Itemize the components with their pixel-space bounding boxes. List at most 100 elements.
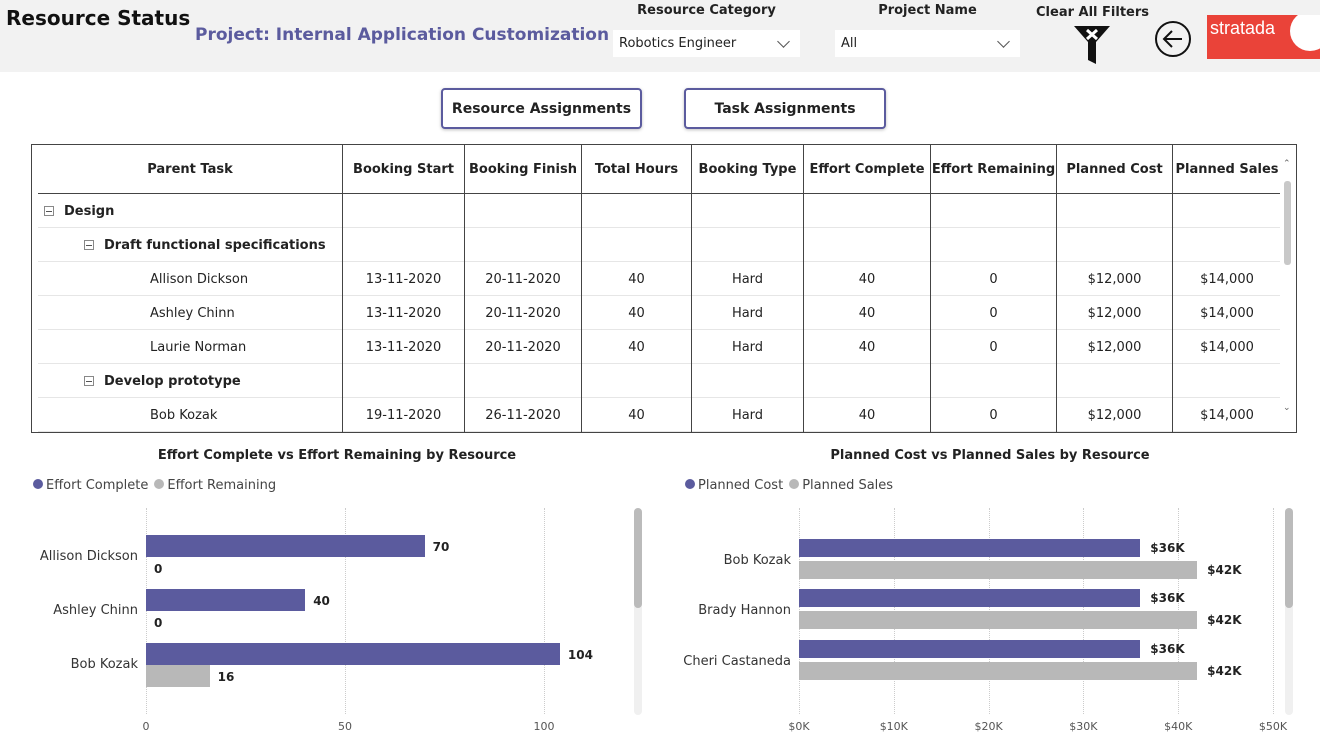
table-cell: $14,000: [1200, 271, 1254, 287]
task-assignments-button[interactable]: Task Assignments: [684, 88, 886, 129]
back-arrow-button[interactable]: [1154, 20, 1192, 58]
clear-filters-label: Clear All Filters: [1036, 5, 1149, 20]
column-header[interactable]: Parent Task: [38, 145, 343, 194]
column-header[interactable]: Booking Finish: [465, 145, 582, 194]
table-cell: [582, 364, 692, 398]
bar-planned-sales[interactable]: [799, 611, 1198, 629]
table-row[interactable]: Bob Kozak 19-11-2020 26-11-2020 40 Hard 40 0 $1…: [38, 398, 1280, 432]
bar-effort-complete[interactable]: [146, 589, 306, 611]
bar-planned-cost[interactable]: [799, 640, 1141, 658]
table-cell: 0: [931, 296, 1057, 330]
table-cell: 40: [582, 262, 692, 296]
table-cell: 20-11-2020: [465, 296, 582, 330]
table-cell: $14,000: [1200, 305, 1254, 321]
table-row[interactable]: Ashley Chinn 13-11-2020 20-11-2020 40 Hard 40…: [38, 296, 1280, 330]
collapse-icon[interactable]: [84, 240, 94, 250]
bar-effort-remaining[interactable]: [146, 665, 210, 687]
column-header[interactable]: Effort Complete: [804, 145, 931, 194]
table-cell: 19-11-2020: [343, 398, 465, 432]
data-label: 40: [313, 594, 330, 608]
table-cell: $12,000: [1057, 296, 1173, 330]
bar-planned-sales[interactable]: [799, 662, 1198, 680]
x-tick-label: 0: [142, 720, 150, 733]
table-cell: $14,000: [1200, 339, 1254, 355]
table-cell: [1173, 364, 1281, 398]
chart-title: Effort Complete vs Effort Remaining by R…: [157, 448, 517, 463]
chart-legend: Effort Complete Effort Remaining: [33, 478, 276, 493]
table-cell: 40: [582, 296, 692, 330]
scrollbar-thumb[interactable]: [1285, 508, 1293, 608]
legend-dot-icon: [685, 479, 695, 489]
table-row[interactable]: Allison Dickson 13-11-2020 20-11-2020 40 Har…: [38, 262, 1280, 296]
table-cell: [692, 364, 804, 398]
chart-title: Planned Cost vs Planned Sales by Resourc…: [830, 448, 1150, 463]
legend-item[interactable]: Planned Sales: [789, 478, 893, 493]
collapse-icon[interactable]: [84, 376, 94, 386]
legend-item[interactable]: Effort Remaining: [154, 478, 276, 493]
chevron-down-icon: [997, 34, 1010, 48]
resource-category-dropdown[interactable]: Robotics Engineer: [613, 30, 800, 57]
table-cell: 0: [931, 262, 1057, 296]
table-row[interactable]: Draft functional specifications: [38, 228, 1280, 262]
bar-planned-sales[interactable]: [799, 561, 1198, 579]
table-cell: 40: [804, 398, 931, 432]
table-scrollbar[interactable]: ⌃ ⌄: [1282, 159, 1294, 414]
clear-filter-button[interactable]: [1072, 24, 1112, 66]
table-cell: [582, 228, 692, 262]
resource-category-value: Robotics Engineer: [619, 36, 737, 51]
table-cell: 40: [804, 262, 931, 296]
table-cell: [931, 364, 1057, 398]
data-label: 16: [217, 670, 235, 684]
table-cell: 40: [582, 398, 692, 432]
table-cell: [582, 194, 692, 228]
table-cell: 0: [931, 330, 1057, 364]
category-label: Brady Hannon: [698, 603, 791, 618]
table-cell: [343, 364, 465, 398]
column-header[interactable]: Booking Type: [692, 145, 804, 194]
table-cell: [1173, 228, 1281, 262]
bar-effort-complete[interactable]: [146, 535, 425, 557]
chart-legend: Planned Cost Planned Sales: [685, 478, 893, 493]
table-cell: [465, 364, 582, 398]
table-row[interactable]: Laurie Norman 13-11-2020 20-11-2020 40 Hard 4…: [38, 330, 1280, 364]
table-cell: 13-11-2020: [343, 330, 465, 364]
data-label: $36K: [1150, 591, 1185, 605]
bar-effort-complete[interactable]: [146, 643, 560, 665]
data-label: $42K: [1207, 563, 1242, 577]
table-row[interactable]: Design: [38, 194, 1280, 228]
assignments-table: Parent Task Booking Start Booking Finish To…: [31, 144, 1297, 433]
table-cell: [1057, 364, 1173, 398]
gridline: [544, 508, 545, 714]
legend-item[interactable]: Planned Cost: [685, 478, 783, 493]
column-header[interactable]: Planned Sales: [1173, 145, 1281, 194]
data-label: 0: [154, 616, 163, 630]
table-cell: [343, 194, 465, 228]
row-label: Laurie Norman: [150, 339, 247, 355]
chart-scrollbar[interactable]: [1285, 508, 1293, 715]
collapse-icon[interactable]: [44, 206, 54, 216]
resource-assignments-button[interactable]: Resource Assignments: [441, 88, 642, 129]
column-header[interactable]: Booking Start: [343, 145, 465, 194]
project-name-dropdown[interactable]: All: [835, 30, 1020, 57]
table-row[interactable]: Develop prototype: [38, 364, 1280, 398]
table-cell: 40: [804, 330, 931, 364]
column-header[interactable]: Effort Remaining: [931, 145, 1057, 194]
bar-planned-cost[interactable]: [799, 589, 1141, 607]
x-tick-label: 100: [533, 720, 555, 733]
table-cell: $12,000: [1057, 262, 1173, 296]
table-cell: $12,000: [1057, 398, 1173, 432]
legend-label: Planned Sales: [802, 478, 894, 493]
column-header[interactable]: Planned Cost: [1057, 145, 1173, 194]
column-header[interactable]: Total Hours: [582, 145, 692, 194]
category-label: Ashley Chinn: [53, 603, 138, 618]
category-label: Bob Kozak: [70, 657, 138, 672]
row-label: Draft functional specifications: [104, 237, 326, 253]
table-cell: [1057, 194, 1173, 228]
x-tick-label: $50K: [1258, 720, 1288, 733]
legend-item[interactable]: Effort Complete: [33, 478, 148, 493]
legend-dot-icon: [33, 479, 43, 489]
data-label: $42K: [1207, 613, 1242, 627]
project-subtitle: Project: Internal Application Customizat…: [195, 25, 610, 45]
x-tick-label: $30K: [1069, 720, 1098, 733]
bar-planned-cost[interactable]: [799, 539, 1141, 557]
